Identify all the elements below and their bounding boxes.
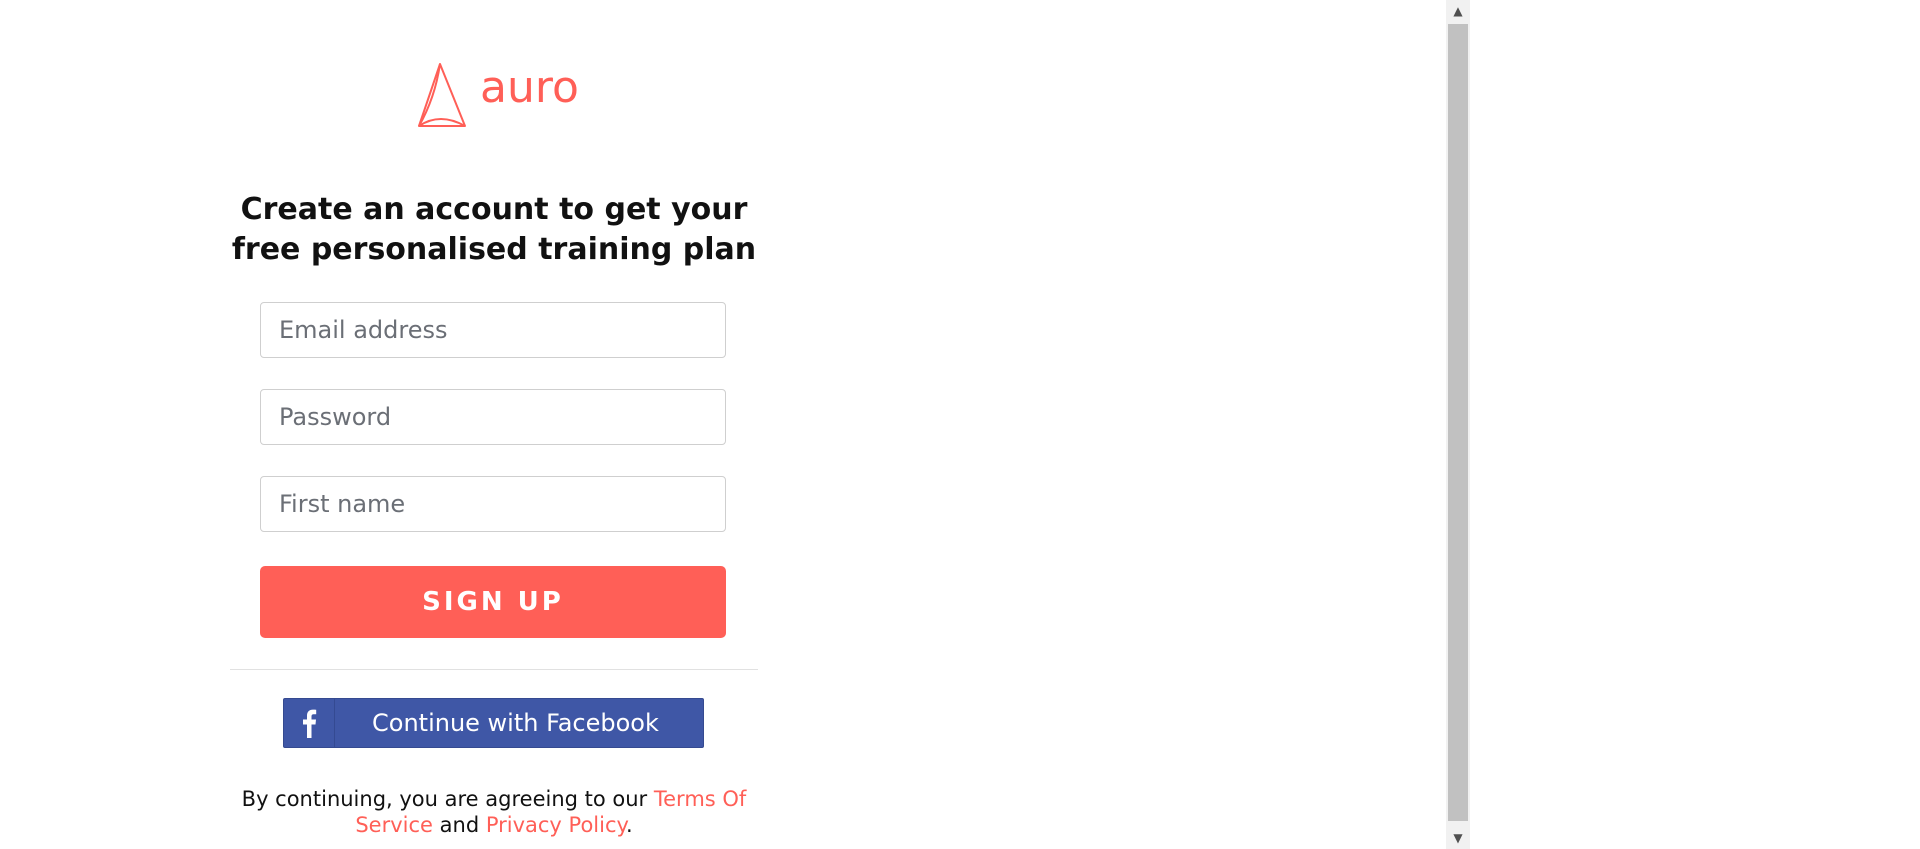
password-field[interactable] [260, 389, 726, 445]
facebook-button-label: Continue with Facebook [372, 709, 659, 737]
brand-name: auro [480, 62, 579, 113]
facebook-f-icon [303, 709, 317, 738]
continue-with-facebook-button[interactable]: Continue with Facebook [283, 698, 704, 748]
page-title: Create an account to get your free perso… [230, 190, 758, 270]
signup-panel: auro Create an account to get your free … [230, 0, 758, 849]
privacy-policy-link[interactable]: Privacy Policy [486, 813, 626, 837]
auro-triangle-icon [418, 63, 466, 127]
email-field[interactable] [260, 302, 726, 358]
brand-logo: auro [405, 60, 585, 130]
page-title-line-1: Create an account to get your [240, 192, 748, 227]
scrollbar-thumb[interactable] [1448, 24, 1468, 821]
first-name-field[interactable] [260, 476, 726, 532]
terms-suffix: . [625, 813, 633, 837]
sign-up-button[interactable]: SIGN UP [260, 566, 726, 638]
scroll-up-arrow-icon[interactable]: ▲ [1446, 0, 1470, 22]
terms-prefix: By continuing, you are agreeing to our [241, 787, 654, 811]
divider [230, 669, 758, 670]
terms-middle: and [432, 813, 486, 837]
vertical-scrollbar[interactable]: ▲ ▼ [1446, 0, 1470, 849]
page: auro Create an account to get your free … [0, 0, 1920, 849]
scroll-down-arrow-icon[interactable]: ▼ [1446, 827, 1470, 849]
facebook-icon-container [284, 699, 335, 747]
page-title-line-2: free personalised training plan [231, 232, 757, 267]
terms-notice: By continuing, you are agreeing to our T… [230, 786, 758, 838]
